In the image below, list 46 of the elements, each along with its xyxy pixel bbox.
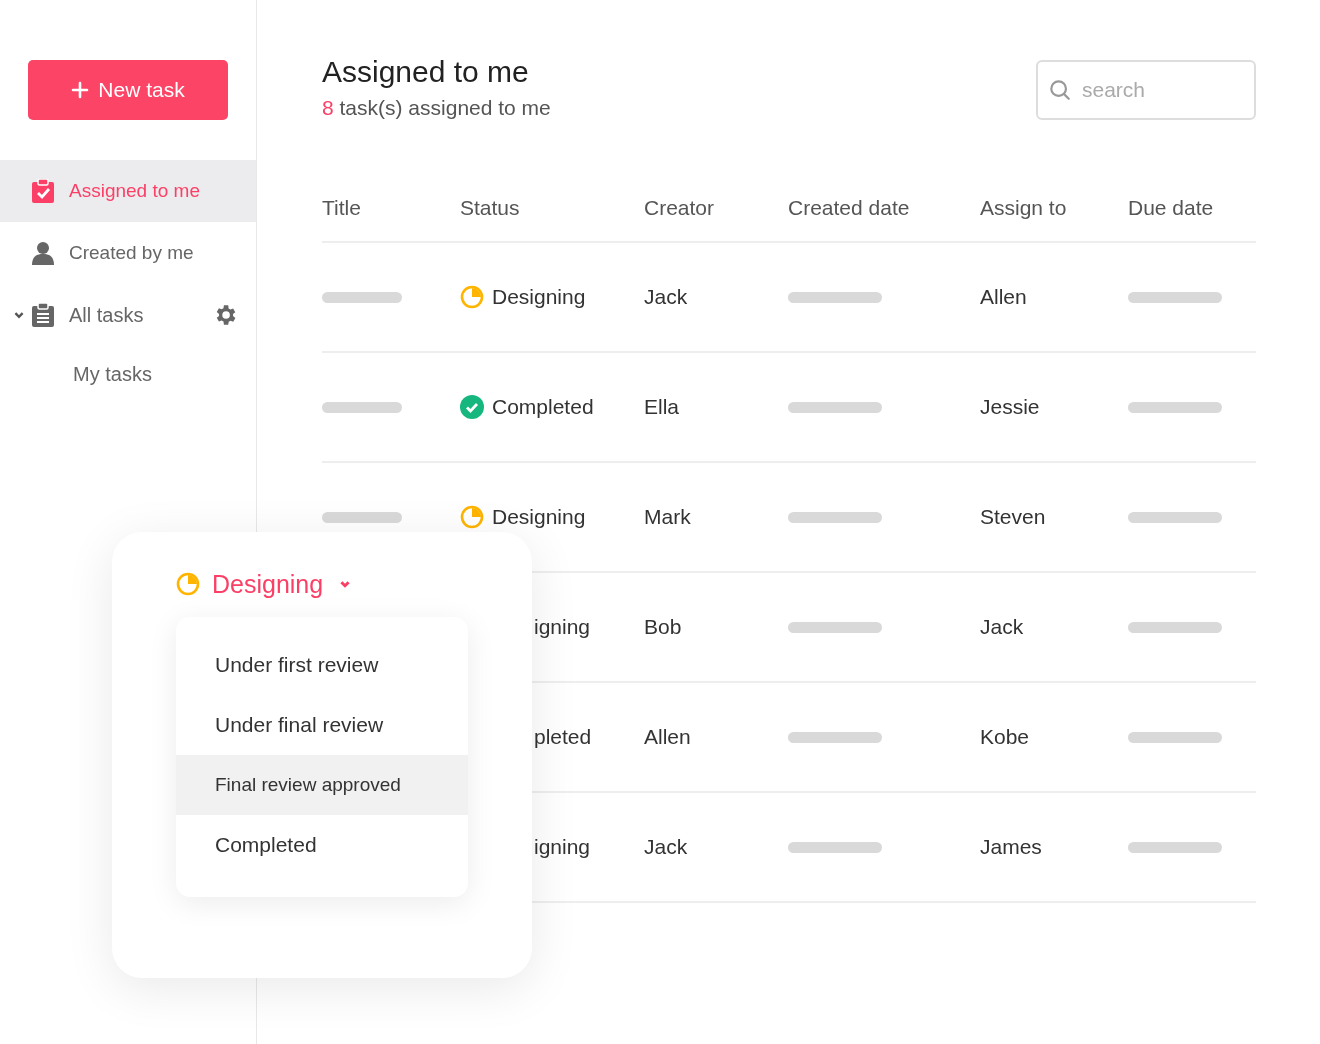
column-header: Title [322,196,362,220]
search-icon [1049,79,1071,101]
status-cell[interactable]: Completed [460,395,644,419]
check-circle-icon [460,395,484,419]
plus-icon [71,81,90,99]
creator-cell-text: Jack [644,285,689,309]
current-status: Designing [212,569,324,599]
column-header: Creator [644,196,716,220]
creator-cell-text: Mark [644,505,692,529]
status-dropdown[interactable]: Designing [176,568,468,600]
creator-cell-text: Ella [644,395,681,419]
status-cell[interactable]: Designing [460,505,644,529]
assignee-cell-text: James [980,835,1043,859]
status-option[interactable]: Under final review [176,695,468,755]
sidebar-item-label: Created by me [69,242,194,264]
sidebar-subitem[interactable]: My tasks [0,346,256,402]
search-field[interactable]: search [1036,60,1256,120]
assignee-cell-text: Jessie [980,395,1041,419]
task-count-text: 8 task(s) assigned to me [322,96,551,120]
status-option[interactable]: Under first review [176,635,468,695]
pie-icon [460,285,484,309]
status-cell[interactable]: Designing [460,285,644,309]
pie-icon [176,572,200,596]
column-header: Created date [788,196,911,220]
person-icon [32,241,54,265]
creator-cell-text: Allen [644,725,692,749]
caret-icon [339,578,352,590]
sidebar-item-label: All tasks [69,303,144,327]
status-option[interactable]: Completed [176,815,468,875]
column-header: Assign to [980,196,1068,220]
creator-cell-text: Bob [644,615,683,639]
assignee-cell-text: Steven [980,505,1047,529]
pie-icon [460,505,484,529]
assignee-cell-text: Jack [980,615,1025,639]
page-title: Assigned to me [322,54,530,90]
clipboard-list-icon [32,303,54,327]
column-header: Status [460,196,521,220]
creator-cell-text: Jack [644,835,689,859]
sidebar-item-label: Assigned to me [69,180,200,202]
column-header: Due date [1128,196,1215,220]
sidebar-item[interactable]: All tasks [0,284,256,346]
assignee-cell-text: Kobe [980,725,1031,749]
sidebar-item[interactable]: Created by me [0,222,256,284]
assignee-cell-text: Allen [980,285,1028,309]
clipboard-check-icon [32,179,54,203]
status-option[interactable]: Final review approved [176,755,468,815]
